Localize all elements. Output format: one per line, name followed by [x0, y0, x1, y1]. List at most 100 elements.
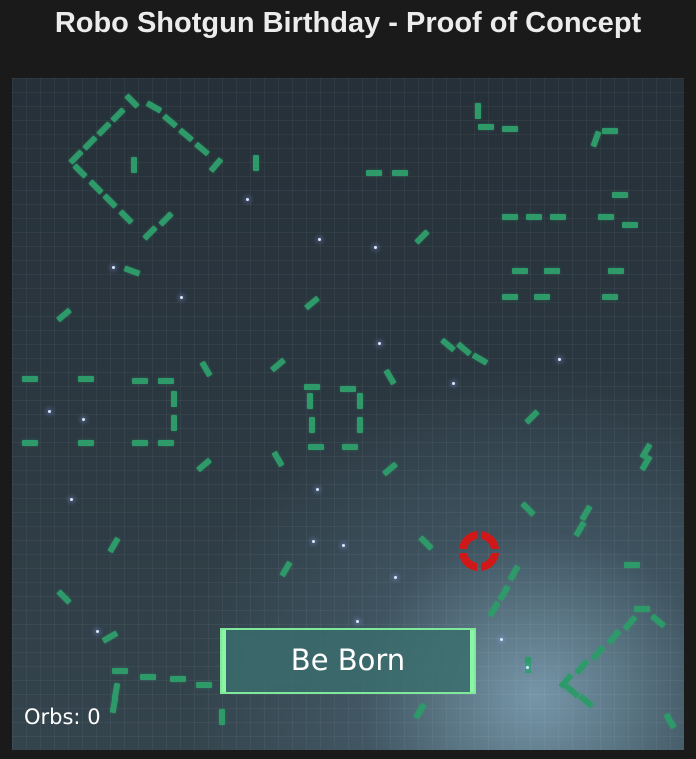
wall-segment [624, 562, 640, 568]
floating-orb [180, 296, 183, 299]
wall-segment [309, 417, 315, 433]
wall-segment [96, 121, 112, 137]
wall-segment [158, 378, 174, 384]
wall-segment [414, 229, 430, 245]
wall-segment [502, 126, 518, 132]
wall-segment [101, 630, 119, 644]
wall-segment [634, 606, 650, 612]
wall-segment [573, 520, 587, 538]
wall-segment [170, 676, 186, 682]
game-canvas[interactable]: Be Born Orbs: 0 [12, 78, 684, 750]
wall-segment [475, 103, 481, 119]
be-born-button[interactable]: Be Born [220, 628, 476, 694]
wall-segment [579, 504, 593, 522]
wall-segment [142, 225, 158, 241]
wall-segment [544, 268, 560, 274]
floating-orb [374, 246, 377, 249]
wall-segment [602, 294, 618, 300]
floating-orb [342, 544, 345, 547]
wall-segment [340, 386, 356, 392]
wall-segment [219, 709, 225, 725]
wall-segment [140, 674, 156, 680]
floating-orb [96, 630, 99, 633]
wall-segment [253, 155, 259, 171]
wall-segment [78, 440, 94, 446]
wall-segment [107, 536, 121, 554]
wall-segment [171, 415, 177, 431]
wall-segment [602, 128, 618, 134]
wall-segment [195, 457, 213, 473]
floating-orb [318, 238, 321, 241]
floating-orb [316, 488, 319, 491]
wall-segment [502, 214, 518, 220]
wall-segment [563, 683, 581, 699]
floating-orb [356, 620, 359, 623]
wall-segment [55, 307, 73, 323]
wall-segment [439, 337, 457, 353]
wall-segment [497, 584, 511, 602]
floating-orb [82, 418, 85, 421]
wall-segment [304, 384, 320, 390]
wall-segment [577, 693, 595, 709]
wall-segment [478, 124, 494, 130]
wall-segment [612, 192, 628, 198]
wall-segment [193, 141, 211, 157]
wall-segment [199, 360, 213, 378]
wall-segment [590, 644, 606, 662]
wall-segment [22, 440, 38, 446]
wall-segment [534, 294, 550, 300]
wall-segment [381, 461, 399, 477]
wall-segment [418, 535, 434, 551]
wall-segment [196, 682, 212, 688]
wall-segment [161, 113, 179, 129]
wall-segment [392, 170, 408, 176]
wall-segment [118, 209, 134, 225]
orbs-counter: Orbs: 0 [24, 705, 101, 729]
wall-segment [663, 712, 677, 730]
wall-segment [357, 417, 363, 433]
wall-segment [269, 357, 287, 373]
wall-segment [598, 214, 614, 220]
wall-segment [56, 589, 72, 605]
wall-segment [606, 628, 622, 646]
wall-segment [525, 657, 531, 673]
wall-segment [271, 450, 285, 468]
floating-orb [452, 382, 455, 385]
wall-segment [502, 294, 518, 300]
orbs-label: Orbs: [24, 705, 81, 729]
wall-segment [487, 600, 501, 618]
wall-segment [78, 376, 94, 382]
wall-segment [520, 501, 536, 517]
wall-segment [88, 179, 104, 195]
floating-orb [246, 198, 249, 201]
wall-segment [366, 170, 382, 176]
wall-segment [177, 127, 195, 143]
wall-segment [110, 107, 126, 123]
wall-segment [72, 163, 88, 179]
floating-orb [500, 638, 503, 641]
wall-segment [109, 696, 119, 714]
wall-segment [622, 222, 638, 228]
wall-segment [622, 614, 638, 632]
floating-orb [112, 266, 115, 269]
wall-segment [158, 440, 174, 446]
floating-orb [70, 498, 73, 501]
floating-orb [526, 666, 529, 669]
wall-segment [124, 93, 140, 109]
wall-segment [357, 393, 363, 409]
wall-segment [102, 193, 118, 209]
wall-segment [208, 156, 224, 174]
wall-segment [524, 409, 540, 425]
wall-segment [145, 100, 163, 114]
wall-segment [342, 444, 358, 450]
wall-segment [608, 268, 624, 274]
wall-segment [307, 393, 313, 409]
wall-segment [383, 368, 397, 386]
floating-orb [48, 410, 51, 413]
wall-segment [413, 702, 427, 720]
wall-segment [455, 341, 473, 357]
wall-segment [574, 658, 590, 676]
wall-segment [132, 378, 148, 384]
wall-segment [308, 444, 324, 450]
page-title: Robo Shotgun Birthday - Proof of Concept [54, 7, 642, 39]
